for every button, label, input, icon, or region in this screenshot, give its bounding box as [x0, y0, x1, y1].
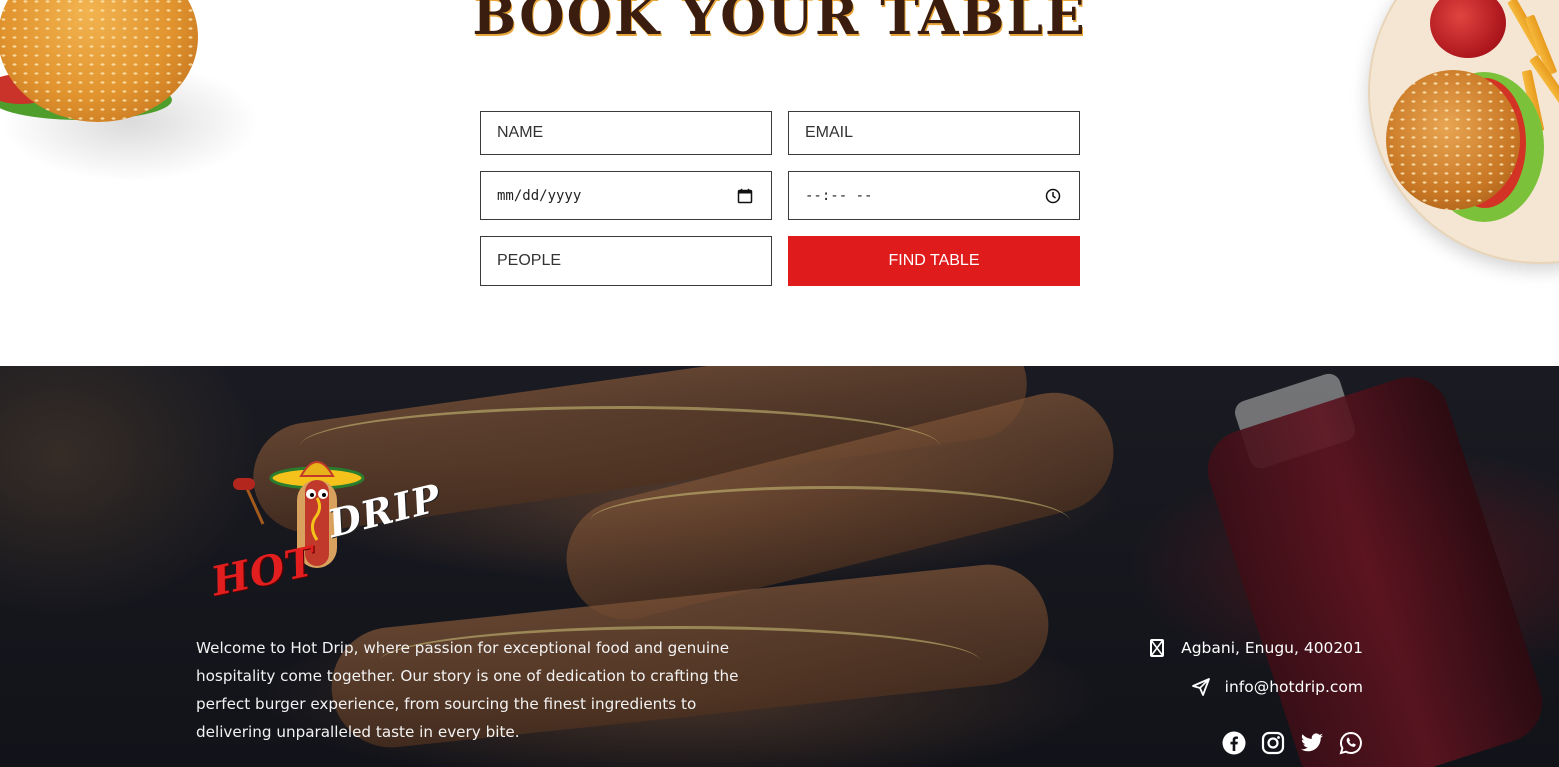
paper-plane-icon — [1191, 678, 1210, 696]
footer: HOT DRIP Welcome to Hot Drip, where pass… — [0, 366, 1559, 767]
instagram-icon[interactable] — [1261, 731, 1285, 755]
email-link[interactable]: info@hotdrip.com — [1225, 678, 1363, 696]
date-input[interactable]: mm/dd/yyyy — [480, 171, 772, 220]
plate-burger-image — [1384, 62, 1544, 222]
date-placeholder: mm/dd/yyyy — [497, 187, 582, 204]
building-icon — [1150, 639, 1165, 657]
clock-icon[interactable] — [1045, 188, 1061, 204]
people-input[interactable]: PEOPLE — [480, 236, 772, 286]
booking-section: BOOK YOUR TABLE NAME EMAIL mm/dd/yyyy --… — [0, 0, 1559, 366]
facebook-icon[interactable] — [1222, 731, 1246, 755]
about-text: Welcome to Hot Drip, where passion for e… — [196, 639, 739, 741]
hotdrip-logo[interactable]: HOT DRIP — [205, 450, 450, 605]
email-input[interactable]: EMAIL — [788, 111, 1080, 155]
find-table-button[interactable]: FIND TABLE — [788, 236, 1080, 286]
page-title: BOOK YOUR TABLE — [472, 0, 1087, 47]
calendar-icon[interactable] — [737, 188, 753, 204]
social-links — [1222, 731, 1363, 755]
time-input[interactable]: --:-- -- — [788, 171, 1080, 220]
whatsapp-icon[interactable] — [1339, 731, 1363, 755]
email-placeholder: EMAIL — [805, 124, 854, 141]
address-text: Agbani, Enugu, 400201 — [1181, 639, 1363, 657]
name-input[interactable]: NAME — [480, 111, 772, 155]
twitter-icon[interactable] — [1300, 731, 1324, 755]
time-placeholder: --:-- -- — [805, 187, 873, 204]
name-placeholder: NAME — [497, 124, 544, 141]
people-placeholder: PEOPLE — [497, 252, 562, 269]
contact-info: Agbani, Enugu, 400201 info@hotdrip.com — [1147, 634, 1363, 712]
email-row[interactable]: info@hotdrip.com — [1147, 673, 1363, 701]
address-row: Agbani, Enugu, 400201 — [1147, 634, 1363, 662]
